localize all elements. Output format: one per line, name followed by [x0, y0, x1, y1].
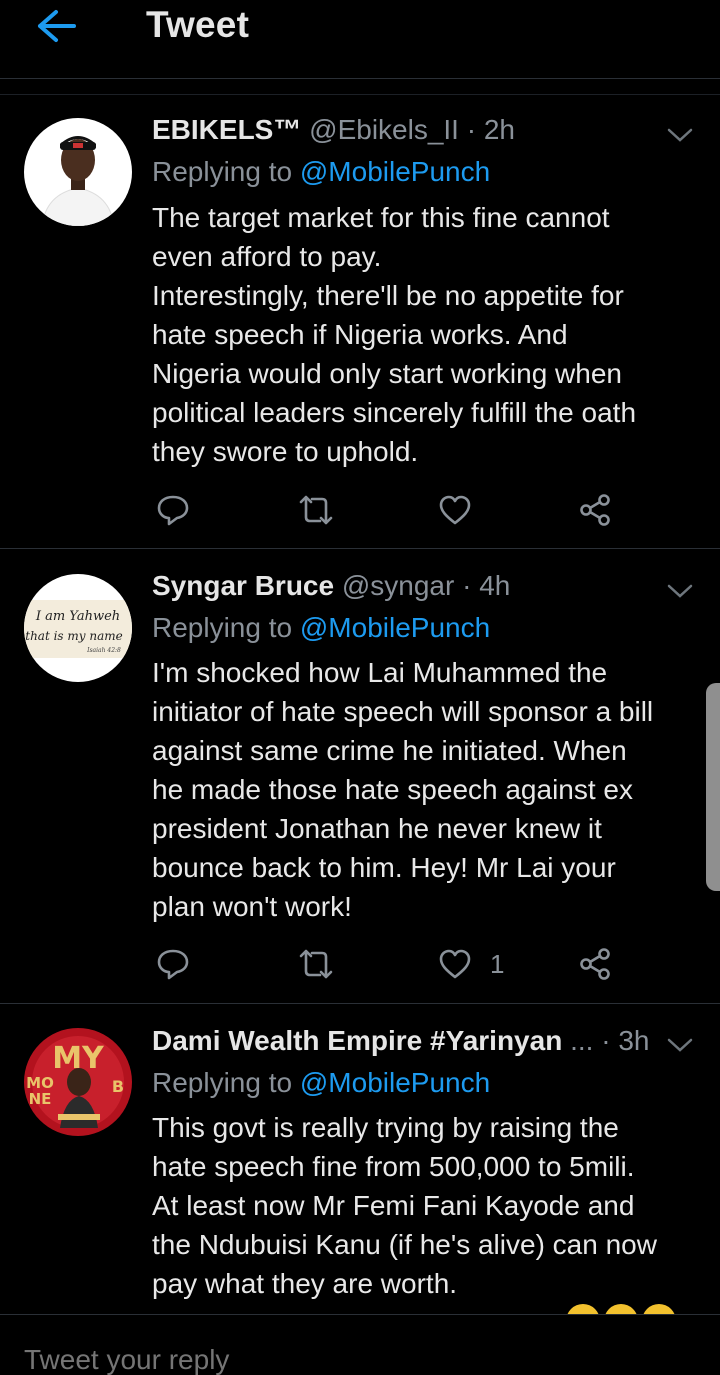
retweet-icon — [299, 949, 333, 979]
chevron-down-icon[interactable] — [666, 582, 694, 600]
page-title: Tweet — [146, 4, 250, 45]
tweet-text: This govt is really trying by raising th… — [152, 1112, 657, 1299]
share-icon — [580, 948, 610, 980]
top-app-bar: Tweet — [0, 0, 720, 80]
tweet-header: EBIKELS™ @Ebikels_II · 2h — [152, 114, 515, 146]
avatar-text: NE — [29, 1090, 52, 1108]
retweet-button[interactable] — [298, 946, 334, 982]
retweet-button[interactable] — [298, 492, 334, 528]
reply-icon — [157, 949, 189, 980]
like-button[interactable] — [438, 492, 472, 528]
user-name[interactable]: EBIKELS™ — [152, 114, 301, 145]
replying-to: Replying to @MobilePunch — [152, 1067, 490, 1099]
user-handle: @syngar · 4h — [341, 570, 511, 601]
reply-icon — [157, 495, 189, 526]
reply-button[interactable] — [156, 492, 190, 528]
divider — [0, 78, 720, 79]
replying-label: Replying to — [152, 156, 300, 187]
share-button[interactable] — [578, 946, 612, 982]
avatar[interactable]: I am Yahweh that is my name Isaiah 42:8 — [24, 574, 132, 682]
avatar-text: I am Yahweh — [35, 609, 120, 624]
scrollbar[interactable] — [706, 683, 720, 891]
replying-label: Replying to — [152, 1067, 300, 1098]
avatar-text: Isaiah 42:8 — [86, 647, 121, 654]
replying-to: Replying to @MobilePunch — [152, 612, 490, 644]
tweet-header: Syngar Bruce @syngar · 4h — [152, 570, 510, 602]
user-handle: @Ebikels_II · 2h — [309, 114, 515, 145]
tweet-header: Dami Wealth Empire #Yarinyan ... · 3h — [152, 1025, 649, 1057]
heart-icon — [439, 949, 471, 979]
user-name[interactable]: Dami Wealth Empire #Yarinyan — [152, 1025, 562, 1056]
divider — [0, 548, 720, 549]
divider — [0, 1003, 720, 1004]
avatar[interactable] — [24, 118, 132, 226]
chevron-down-icon[interactable] — [666, 1036, 694, 1054]
divider — [0, 94, 720, 95]
replying-label: Replying to — [152, 612, 300, 643]
user-handle: ... · 3h — [570, 1025, 650, 1056]
reply-button[interactable] — [156, 946, 190, 982]
avatar-text: that is my name — [25, 629, 123, 643]
chevron-down-icon[interactable] — [666, 126, 694, 144]
share-icon — [580, 494, 610, 526]
tweet-text: The target market for this fine cannot e… — [152, 202, 637, 467]
mention-link[interactable]: @MobilePunch — [300, 156, 490, 187]
retweet-icon — [299, 495, 333, 525]
share-button[interactable] — [578, 492, 612, 528]
replying-to: Replying to @MobilePunch — [152, 156, 490, 188]
tweet-text: I'm shocked how Lai Muhammed the initiat… — [152, 657, 654, 922]
avatar-text: B — [112, 1077, 124, 1096]
reply-input[interactable] — [24, 1344, 624, 1375]
avatar[interactable]: MY MO NE B — [24, 1028, 132, 1136]
like-count: 1 — [490, 948, 505, 979]
back-arrow-icon[interactable] — [34, 8, 78, 44]
user-name[interactable]: Syngar Bruce — [152, 570, 334, 601]
mention-link[interactable]: @MobilePunch — [300, 612, 490, 643]
heart-icon — [439, 495, 471, 525]
like-button[interactable]: 1 — [438, 946, 504, 982]
mention-link[interactable]: @MobilePunch — [300, 1067, 490, 1098]
